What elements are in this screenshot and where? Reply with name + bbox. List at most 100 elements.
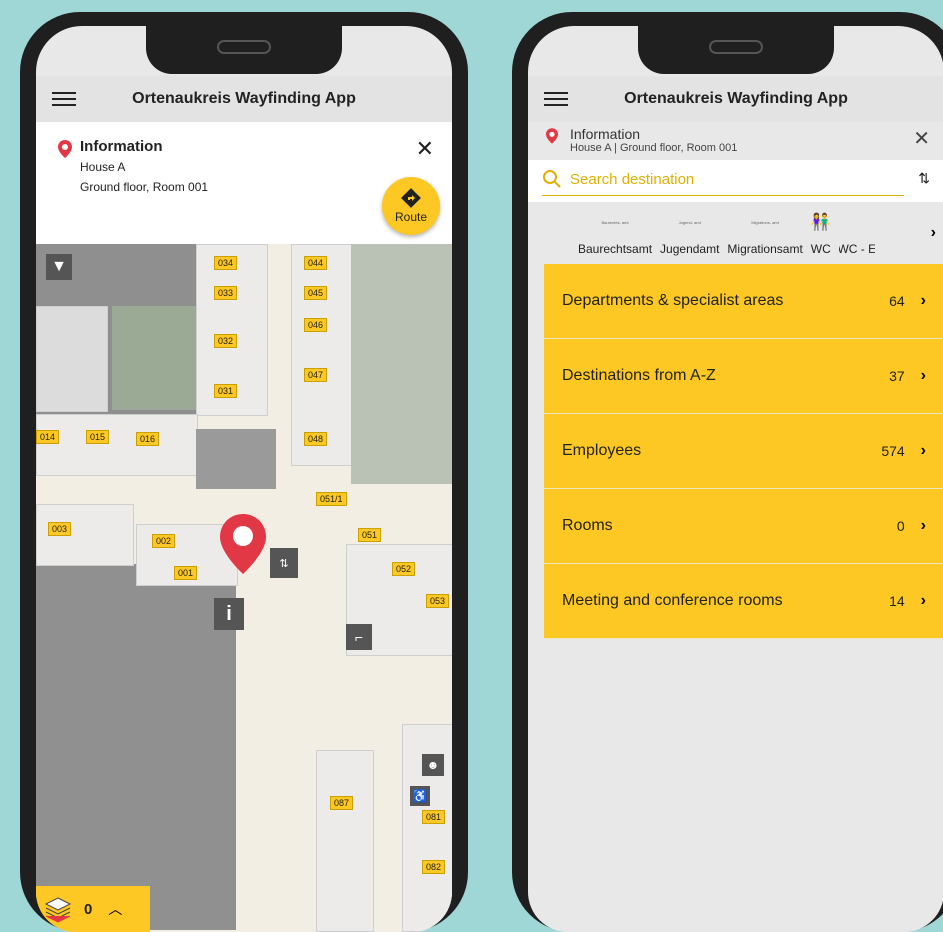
quick-link-label: Jugendamt <box>660 242 720 256</box>
category-count: 37 <box>889 368 905 384</box>
accessible-icon: ♿ <box>410 786 430 806</box>
list-item[interactable]: Employees 574 › <box>544 414 943 489</box>
quick-link-migrationsamt[interactable]: Migrations- amt Migrationsamt <box>727 220 802 264</box>
category-count: 14 <box>889 593 905 609</box>
info-building: House A <box>80 160 126 174</box>
room-label[interactable]: 002 <box>152 534 176 548</box>
category-name: Meeting and conference rooms <box>562 592 783 609</box>
map-room <box>316 750 374 932</box>
room-label[interactable]: 052 <box>392 562 416 576</box>
chevron-right-icon[interactable]: › <box>931 224 936 242</box>
elevator-icon: ⇅ <box>270 548 298 578</box>
stairs-icon: ⌐ <box>346 624 372 650</box>
room-label[interactable]: 031 <box>214 384 238 398</box>
room-label[interactable]: 053 <box>426 594 450 608</box>
room-label[interactable]: 015 <box>86 430 110 444</box>
room-label[interactable]: 082 <box>422 860 446 874</box>
location-info-bar: Information House A | Ground floor, Room… <box>528 122 943 160</box>
baurechtsamt-icon: Baurechts- amt <box>601 220 629 225</box>
map-building-block <box>36 564 236 930</box>
room-label[interactable]: 003 <box>48 522 72 536</box>
room-label[interactable]: 048 <box>304 432 328 446</box>
location-marker-icon <box>220 514 266 574</box>
quick-link-jugendamt[interactable]: Jugend- amt Jugendamt <box>660 220 719 264</box>
category-name: Rooms <box>562 517 613 534</box>
app-title: Ortenaukreis Wayfinding App <box>132 90 356 107</box>
floor-map[interactable]: 034 033 032 031 044 045 046 047 048 014 … <box>36 244 452 932</box>
info-subtitle: House A | Ground floor, Room 001 <box>570 142 738 154</box>
close-icon[interactable]: ✕ <box>416 136 434 162</box>
floor-level: 0 <box>84 900 93 918</box>
room-label[interactable]: 087 <box>330 796 354 810</box>
search-input[interactable]: Search destination <box>570 171 694 188</box>
map-screen: Ortenaukreis Wayfinding App Information … <box>36 26 452 932</box>
category-name: Destinations from A-Z <box>562 367 716 384</box>
search-underline <box>542 195 904 196</box>
location-pin-icon <box>58 140 72 158</box>
map-green-area <box>351 244 452 484</box>
location-pin-icon <box>546 128 558 144</box>
quick-link-wc[interactable]: 👫 WC <box>810 214 831 264</box>
quick-link-baurechtsamt[interactable]: Baurechts- amt Baurechtsamt <box>578 220 652 264</box>
quick-link-label: WC <box>810 242 831 256</box>
info-location: Ground floor, Room 001 <box>80 180 209 194</box>
category-count: 0 <box>896 518 905 534</box>
room-label[interactable]: 001 <box>174 566 198 580</box>
quick-link-label: Migrationsamt <box>727 242 803 256</box>
room-label[interactable]: 033 <box>214 286 238 300</box>
room-label[interactable]: 045 <box>304 286 328 300</box>
room-label[interactable]: 044 <box>304 256 328 270</box>
list-item[interactable]: Meeting and conference rooms 14 › <box>544 564 943 639</box>
room-label[interactable]: 014 <box>36 430 60 444</box>
room-label[interactable]: 051 <box>358 528 382 542</box>
restroom-icon: 👫 <box>810 214 831 231</box>
quick-link-label: Baurechtsamt <box>578 242 653 256</box>
category-list: Departments & specialist areas 64 › Dest… <box>544 264 943 639</box>
layers-icon <box>44 897 72 923</box>
menu-icon[interactable] <box>544 92 568 106</box>
right-phone: Ortenaukreis Wayfinding App Information … <box>512 12 943 932</box>
quick-link-wc-e[interactable]: WC - E <box>839 220 875 264</box>
list-item[interactable]: Rooms 0 › <box>544 489 943 564</box>
room-label[interactable]: 034 <box>214 256 238 270</box>
chevron-right-icon: › <box>920 592 926 609</box>
quick-link-label: WC - E <box>838 242 875 256</box>
room-label[interactable]: 046 <box>304 318 328 332</box>
list-item[interactable]: Departments & specialist areas 64 › <box>544 264 943 339</box>
location-info-card: Information House A Ground floor, Room 0… <box>36 122 452 244</box>
app-bar: Ortenaukreis Wayfinding App <box>36 76 452 122</box>
search-screen: Ortenaukreis Wayfinding App Information … <box>528 26 943 932</box>
list-item[interactable]: Destinations from A-Z 37 › <box>544 339 943 414</box>
chevron-up-icon[interactable]: ︿ <box>108 899 122 919</box>
category-name: Employees <box>562 442 642 459</box>
category-name: Departments & specialist areas <box>562 292 784 309</box>
info-point-icon: i <box>214 598 244 630</box>
phone-notch <box>146 26 342 74</box>
app-bar: Ortenaukreis Wayfinding App <box>528 76 943 122</box>
map-room <box>36 306 108 412</box>
app-title: Ortenaukreis Wayfinding App <box>624 90 848 107</box>
category-count: 574 <box>881 443 905 459</box>
compass-icon[interactable]: ▼ <box>46 254 72 280</box>
close-icon[interactable]: ✕ <box>913 126 930 151</box>
room-label[interactable]: 032 <box>214 334 238 348</box>
map-green-area <box>112 306 196 410</box>
phone-notch <box>638 26 834 74</box>
menu-icon[interactable] <box>52 92 76 106</box>
room-label[interactable]: 051/1 <box>316 492 347 506</box>
room-label[interactable]: 081 <box>422 810 446 824</box>
map-building-block <box>196 429 276 489</box>
chevron-right-icon: › <box>920 517 926 534</box>
chevron-right-icon: › <box>920 292 926 309</box>
room-label[interactable]: 047 <box>304 368 328 382</box>
route-button[interactable]: Route <box>382 177 440 235</box>
info-title: Information <box>570 126 641 142</box>
search-bar[interactable]: Search destination ⇅ <box>528 160 943 202</box>
route-label: Route <box>394 210 428 224</box>
floor-selector[interactable]: 0 ︿ <box>36 886 150 932</box>
map-room <box>36 414 198 476</box>
room-label[interactable]: 016 <box>136 432 160 446</box>
swap-icon[interactable]: ⇅ <box>918 170 930 187</box>
left-phone: Ortenaukreis Wayfinding App Information … <box>20 12 468 932</box>
migrationsamt-icon: Migrations- amt <box>751 220 779 225</box>
